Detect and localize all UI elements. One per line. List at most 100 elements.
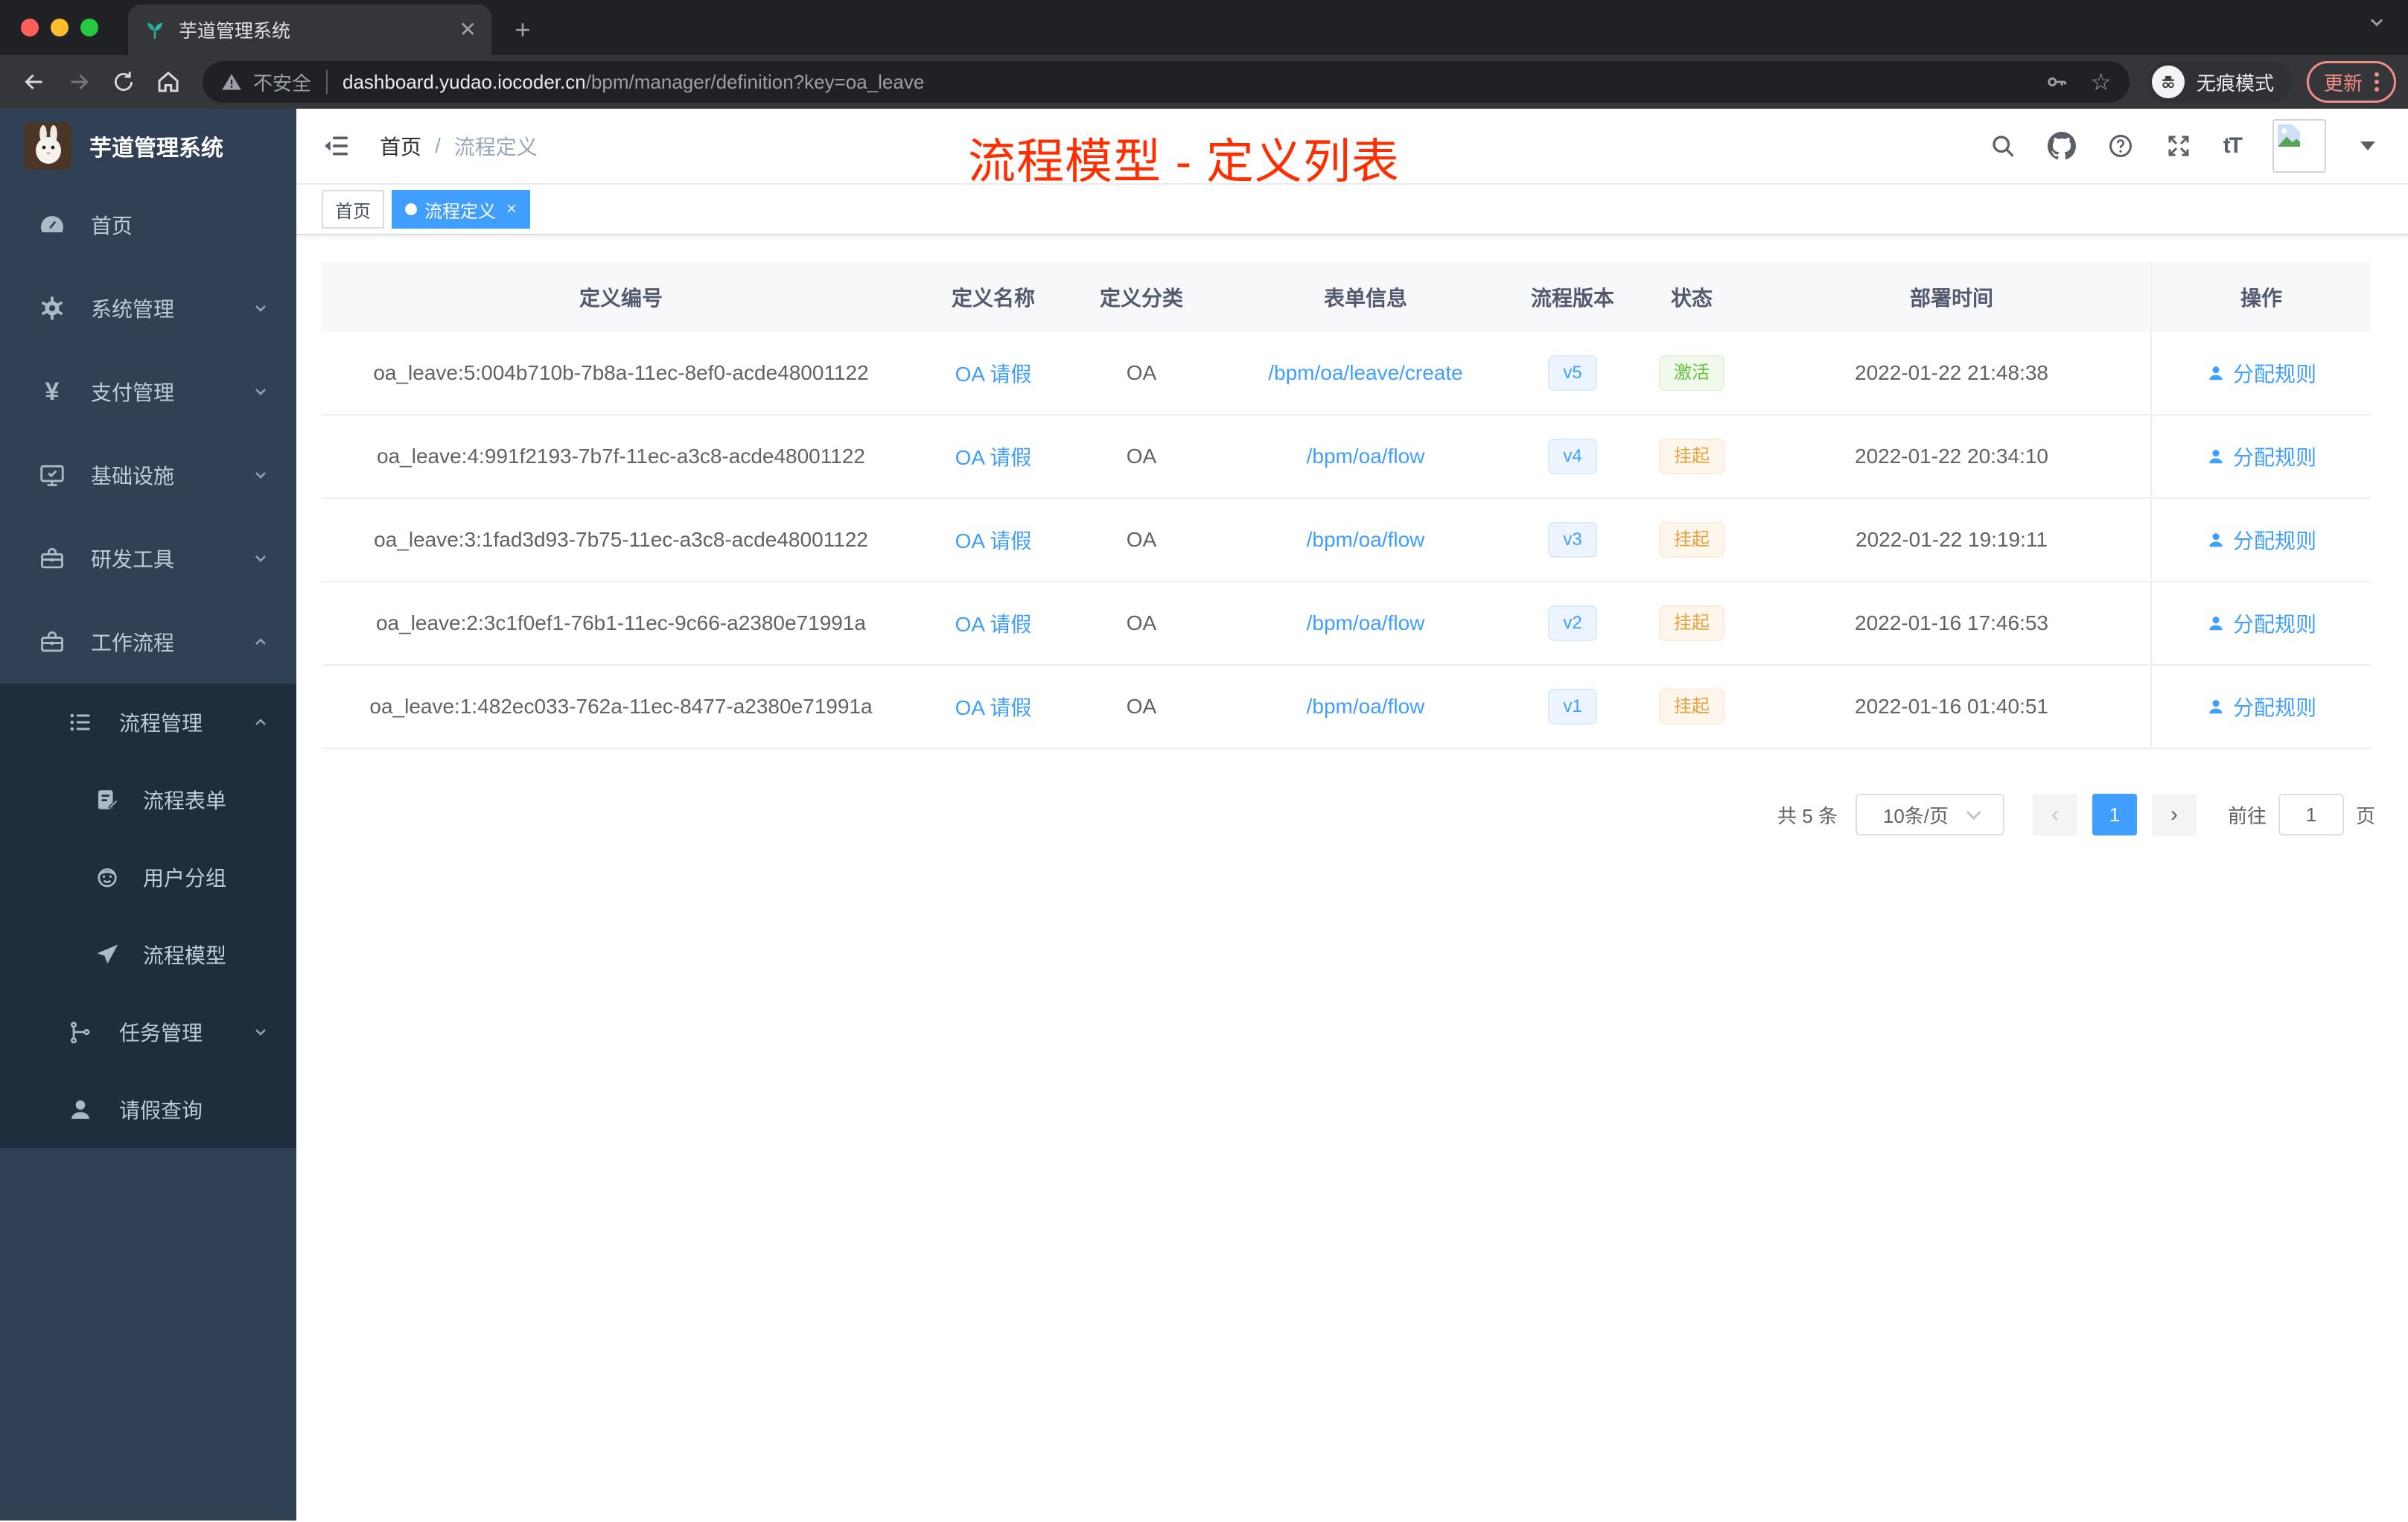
app-title: 芋道管理系统 [89, 136, 223, 161]
cell-deploy-time: 2022-01-22 20:34:10 [1753, 415, 2150, 499]
sidebar-item-label: 工作流程 [91, 631, 175, 655]
tag-process-definition[interactable]: 流程定义 × [392, 190, 531, 229]
tab-search-chevron-icon[interactable] [2366, 12, 2387, 33]
cell-definition-id: oa_leave:2:3c1f0ef1-76b1-11ec-9c66-a2380… [322, 582, 920, 666]
sidebar-item-leave-query[interactable]: 请假查询 [0, 1071, 296, 1148]
definition-name-link[interactable]: OA 请假 [955, 358, 1032, 388]
sidebar-item-label: 流程管理 [119, 712, 203, 735]
col-header-deploy-time: 部署时间 [1753, 262, 2150, 332]
form-link[interactable]: /bpm/oa/flow [1307, 445, 1425, 468]
address-bar[interactable]: 不安全 dashboard.yudao.iocoder.cn /bpm/mana… [203, 61, 2130, 103]
sidebar-item-payment[interactable]: ¥ 支付管理 [0, 350, 296, 433]
forward-icon[interactable] [60, 63, 98, 101]
sidebar-item-system[interactable]: 系统管理 [0, 267, 296, 350]
help-icon[interactable] [2107, 133, 2134, 159]
browser-menu-dots-icon[interactable] [2374, 72, 2379, 92]
tag-label: 首页 [335, 201, 371, 222]
tab-close-icon[interactable]: ✕ [459, 19, 477, 40]
prev-page-button[interactable]: ‹ [2032, 794, 2077, 835]
assign-rule-button[interactable]: 分配规则 [2206, 608, 2316, 638]
sidebar-logo[interactable]: 芋道管理系统 [0, 109, 296, 183]
avatar-caret-icon[interactable] [2360, 141, 2375, 150]
tags-view-bar: 首页 流程定义 × [296, 185, 2408, 235]
github-icon[interactable] [2047, 132, 2076, 160]
table-row: oa_leave:1:482ec033-762a-11ec-8477-a2380… [322, 666, 2375, 749]
tag-home[interactable]: 首页 [322, 190, 384, 229]
reload-icon[interactable] [104, 63, 143, 101]
tab-title: 芋道管理系统 [179, 21, 291, 42]
definition-name-link[interactable]: OA 请假 [955, 692, 1032, 722]
col-header-definition-category: 定义分类 [1066, 262, 1217, 332]
next-page-button[interactable]: › [2151, 794, 2197, 835]
breadcrumb-separator: / [435, 134, 441, 157]
col-header-form-info: 表单信息 [1217, 262, 1514, 332]
definition-name-link[interactable]: OA 请假 [955, 442, 1032, 471]
goto-page-input[interactable] [2278, 794, 2344, 835]
cell-definition-id: oa_leave:5:004b710b-7b8a-11ec-8ef0-acde4… [322, 332, 920, 415]
monitor-icon [37, 460, 67, 490]
sidebar-item-devtools[interactable]: 研发工具 [0, 517, 296, 600]
cell-deploy-time: 2022-01-22 19:19:11 [1753, 499, 2150, 582]
fullscreen-icon[interactable] [2165, 133, 2192, 159]
close-window-button[interactable] [21, 19, 39, 36]
cell-definition-id: oa_leave:3:1fad3d93-7b75-11ec-a3c8-acde4… [322, 499, 920, 582]
form-link[interactable]: /bpm/oa/flow [1307, 528, 1425, 552]
page-1-button[interactable]: 1 [2092, 794, 2137, 835]
sidebar-item-home[interactable]: 首页 [0, 183, 296, 267]
version-badge: v3 [1548, 522, 1597, 558]
bookmark-star-icon[interactable]: ☆ [2090, 70, 2112, 94]
tag-close-icon[interactable]: × [506, 200, 517, 218]
assign-rule-button[interactable]: 分配规则 [2206, 525, 2316, 555]
avatar[interactable] [2272, 119, 2326, 173]
zoom-window-button[interactable] [80, 19, 98, 36]
window-controls [0, 0, 119, 55]
page-size-select[interactable]: 10条/页 [1855, 794, 2004, 835]
browser-update-button[interactable]: 更新 [2306, 61, 2396, 103]
sidebar-item-label: 研发工具 [91, 548, 175, 571]
workflow-submenu: 流程管理 流程表单 用户分组 流程模型 任务管理 请假查询 [0, 684, 296, 1148]
minimize-window-button[interactable] [51, 19, 69, 36]
form-link[interactable]: /bpm/oa/leave/create [1268, 361, 1463, 385]
status-badge: 挂起 [1659, 689, 1724, 725]
form-link[interactable]: /bpm/oa/flow [1307, 611, 1425, 635]
definition-table: 定义编号 定义名称 定义分类 表单信息 流程版本 状态 部署时间 操作 oa_l… [322, 262, 2375, 749]
font-size-icon[interactable]: tT [2223, 133, 2243, 159]
assign-rule-button[interactable]: 分配规则 [2206, 692, 2316, 722]
definition-name-link[interactable]: OA 请假 [955, 525, 1032, 555]
breadcrumb-home[interactable]: 首页 [380, 131, 421, 161]
browser-tab[interactable]: 芋道管理系统 ✕ [128, 4, 491, 55]
form-link[interactable]: /bpm/oa/flow [1307, 695, 1425, 719]
sidebar-item-label: 任务管理 [119, 1022, 203, 1045]
sidebar-item-label: 请假查询 [119, 1099, 203, 1122]
sidebar-item-user-group[interactable]: 用户分组 [0, 838, 296, 916]
sidebar-item-infrastructure[interactable]: 基础设施 [0, 433, 296, 517]
home-icon[interactable] [149, 63, 188, 101]
col-header-definition-name: 定义名称 [920, 262, 1066, 332]
status-badge: 挂起 [1659, 605, 1724, 641]
breadcrumb-current: 流程定义 [453, 136, 538, 159]
page-size-value: 10条/页 [1882, 804, 1949, 827]
definition-name-link[interactable]: OA 请假 [955, 608, 1032, 638]
security-label[interactable]: 不安全 [253, 69, 311, 96]
incognito-label: 无痕模式 [2196, 71, 2274, 95]
gear-icon [37, 293, 67, 323]
sidebar-toggle-icon[interactable] [320, 130, 353, 162]
sidebar-item-process-management[interactable]: 流程管理 [0, 684, 296, 761]
toolbox-icon [37, 544, 67, 573]
user-icon [2209, 617, 2223, 631]
status-badge: 挂起 [1659, 522, 1724, 558]
sidebar-item-workflow[interactable]: 工作流程 [0, 600, 296, 684]
cell-category: OA [1066, 582, 1217, 666]
sidebar-item-process-form[interactable]: 流程表单 [0, 761, 296, 838]
assign-rule-button[interactable]: 分配规则 [2206, 358, 2316, 388]
pagination-total: 共 5 条 [1777, 804, 1838, 827]
password-key-icon[interactable] [2044, 69, 2069, 95]
sidebar-item-task-management[interactable]: 任务管理 [0, 993, 296, 1071]
assign-rule-button[interactable]: 分配规则 [2206, 442, 2316, 471]
sidebar-item-process-model[interactable]: 流程模型 [0, 916, 296, 993]
search-icon[interactable] [1990, 133, 2016, 159]
back-icon[interactable] [15, 63, 54, 101]
new-tab-button[interactable]: + [503, 10, 542, 49]
page-content: 定义编号 定义名称 定义分类 表单信息 流程版本 状态 部署时间 操作 oa_l… [296, 235, 2408, 835]
table-row: oa_leave:2:3c1f0ef1-76b1-11ec-9c66-a2380… [322, 582, 2375, 666]
